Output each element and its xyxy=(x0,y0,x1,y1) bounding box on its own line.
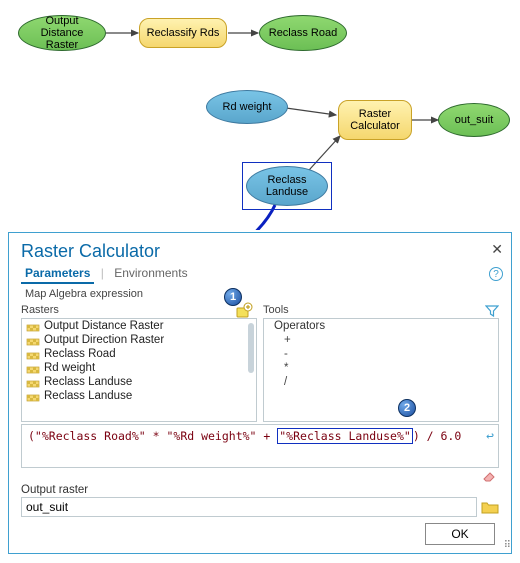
operator-item[interactable]: * xyxy=(264,361,498,375)
expr-text-suffix: ) / 6.0 xyxy=(413,429,461,443)
node-raster-calculator[interactable]: Raster Calculator xyxy=(338,100,412,140)
rasters-column: Rasters Output Distance Raster Output Dir… xyxy=(21,304,257,422)
rasters-listbox[interactable]: Output Distance Raster Output Direction R… xyxy=(21,318,257,422)
tools-label: Tools xyxy=(263,304,499,316)
callout-badge-1: 1 xyxy=(224,288,242,306)
raster-layer-icon xyxy=(26,376,40,388)
close-icon[interactable]: ✕ xyxy=(491,241,503,258)
node-rd-weight[interactable]: Rd weight xyxy=(206,90,288,124)
resize-grip[interactable]: ⠿ xyxy=(504,540,509,551)
node-reclass-landuse[interactable]: Reclass Landuse xyxy=(246,166,328,206)
raster-layer-icon xyxy=(26,334,40,346)
rasters-label: Rasters xyxy=(21,304,257,316)
expr-text-prefix: ("%Reclass Road%" * "%Rd weight%" + xyxy=(28,429,277,443)
tab-parameters[interactable]: Parameters xyxy=(21,264,94,284)
raster-calculator-panel: Raster Calculator ✕ ? Parameters | Envir… xyxy=(8,232,512,554)
tools-column: Tools Operators + - * / xyxy=(263,304,499,422)
node-reclassify-rds[interactable]: Reclassify Rds xyxy=(139,18,227,48)
callout-badge-2: 2 xyxy=(398,399,416,417)
node-reclass-road[interactable]: Reclass Road xyxy=(259,15,347,51)
operator-item[interactable]: / xyxy=(264,375,498,389)
tools-listbox[interactable]: Operators + - * / xyxy=(263,318,499,422)
raster-item-label: Rd weight xyxy=(44,362,95,374)
raster-item-label: Reclass Road xyxy=(44,348,116,360)
browse-folder-icon[interactable] xyxy=(481,499,499,515)
raster-item-label: Reclass Landuse xyxy=(44,376,132,388)
raster-item-label: Output Direction Raster xyxy=(44,334,164,346)
raster-list-item[interactable]: Reclass Landuse xyxy=(22,375,256,389)
raster-item-label: Reclass Landuse xyxy=(44,390,132,402)
help-icon[interactable]: ? xyxy=(489,267,503,281)
expr-highlight: "%Reclass Landuse%" xyxy=(277,428,413,444)
output-raster-input[interactable] xyxy=(21,497,477,517)
tab-environments[interactable]: Environments xyxy=(110,264,191,282)
operator-item[interactable]: - xyxy=(264,347,498,361)
operator-item[interactable]: + xyxy=(264,333,498,347)
raster-list-item[interactable]: Output Distance Raster xyxy=(22,319,256,333)
raster-list-item[interactable]: Output Direction Raster xyxy=(22,333,256,347)
raster-list-item[interactable]: Rd weight xyxy=(22,361,256,375)
output-raster-label: Output raster xyxy=(9,484,511,496)
model-variable-icon[interactable]: ↩ xyxy=(486,429,494,444)
panel-title: Raster Calculator xyxy=(9,233,511,264)
expression-textbox[interactable]: ("%Reclass Road%" * "%Rd weight%" + "%Re… xyxy=(21,424,499,468)
eraser-icon[interactable] xyxy=(481,470,497,485)
operators-header: Operators xyxy=(264,319,498,333)
scrollbar[interactable] xyxy=(248,323,254,373)
ok-button[interactable]: OK xyxy=(425,523,495,545)
raster-list-item[interactable]: Reclass Road xyxy=(22,347,256,361)
tabs: Parameters | Environments xyxy=(9,264,511,284)
raster-item-label: Output Distance Raster xyxy=(44,320,164,332)
section-label: Map Algebra expression xyxy=(9,288,511,300)
node-output-distance-raster[interactable]: Output Distance Raster xyxy=(18,15,106,51)
raster-layer-icon xyxy=(26,362,40,374)
node-out-suit[interactable]: out_suit xyxy=(438,103,510,137)
raster-list-item[interactable]: Reclass Landuse xyxy=(22,389,256,403)
raster-layer-icon xyxy=(26,348,40,360)
raster-layer-icon xyxy=(26,390,40,402)
raster-layer-icon xyxy=(26,320,40,332)
